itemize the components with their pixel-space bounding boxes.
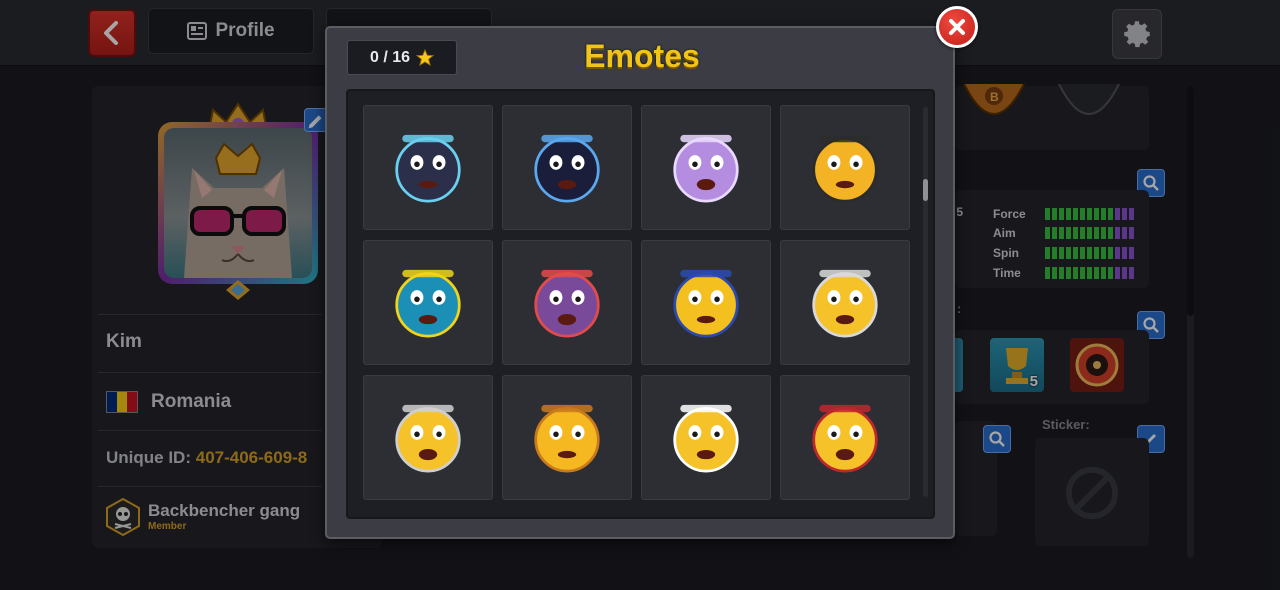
emote-tile[interactable] (363, 240, 493, 365)
emote-tile[interactable] (780, 240, 910, 365)
close-icon (949, 19, 965, 35)
emote-tile[interactable] (363, 105, 493, 230)
emote-tile[interactable] (363, 375, 493, 500)
ninja-8ball-emote-icon (395, 134, 461, 202)
modal-title: Emotes (584, 38, 700, 74)
emote-scrollbar[interactable] (923, 107, 928, 497)
champagne-emote-icon (812, 269, 878, 338)
emote-tile[interactable] (641, 105, 771, 230)
horned-yawn-emote-icon (534, 134, 600, 202)
shocked-emote-icon (673, 404, 739, 473)
emote-scrollbar-thumb[interactable] (923, 179, 928, 201)
luchador-angry-emote-icon (534, 269, 600, 338)
emote-tile[interactable] (780, 105, 910, 230)
emotes-modal: 0 / 16 Emotes (325, 6, 978, 539)
emote-tile[interactable] (641, 240, 771, 365)
emote-tile[interactable] (502, 375, 632, 500)
facepalm-emote-icon (812, 404, 878, 473)
ghost-skull-emote-icon (673, 134, 739, 202)
emote-tile[interactable] (502, 105, 632, 230)
emote-tile[interactable] (502, 240, 632, 365)
close-button[interactable] (936, 6, 978, 48)
emote-grid (363, 105, 910, 500)
emote-tile[interactable] (780, 375, 910, 500)
masked-hero-emote-icon (673, 269, 739, 338)
champion-belt-emote-icon (812, 134, 878, 202)
emote-tile[interactable] (641, 375, 771, 500)
money-emote-icon (395, 404, 461, 473)
emote-grid-area (346, 89, 935, 519)
angry-gold-emote-icon (534, 404, 600, 473)
spinning-fish-emote-icon (395, 269, 461, 338)
